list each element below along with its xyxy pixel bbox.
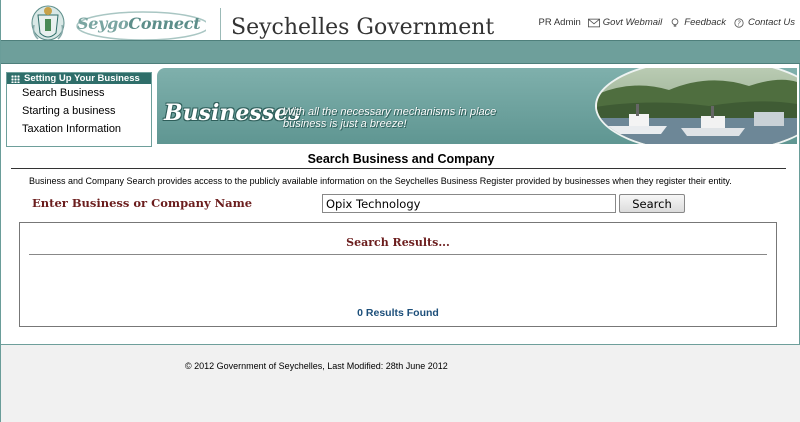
govt-webmail-link[interactable]: Govt Webmail	[587, 17, 663, 28]
left-nav: Setting Up Your Business Search Business…	[6, 72, 152, 147]
search-description: Business and Company Search provides acc…	[29, 176, 732, 186]
logo-text-seygo: Seygo	[77, 14, 129, 33]
govt-webmail-label: Govt Webmail	[602, 17, 663, 28]
logo-text-connect: Connect	[128, 14, 201, 33]
section-title: Search Business and Company	[307, 152, 495, 166]
results-panel: Search Results... 0 Results Found	[19, 222, 777, 327]
nav-item-taxation-information[interactable]: Taxation Information	[7, 120, 151, 138]
top-links: PR Admin Govt Webmail Feedback ? Contact…	[539, 17, 795, 28]
bulb-icon	[671, 17, 679, 27]
banner-tagline-line-2: business is just a breeze!	[283, 118, 407, 130]
envelope-icon	[587, 18, 600, 27]
teal-band	[1, 40, 800, 64]
question-icon: ?	[734, 17, 744, 28]
contact-us-label: Contact Us	[748, 17, 795, 28]
harbour-ships-photo	[595, 68, 797, 144]
banner-title: Businesses	[164, 100, 301, 126]
header: SeygoConnect Seychelles Government PR Ad…	[1, 0, 800, 48]
search-button[interactable]: Search	[619, 194, 685, 213]
nav-heading-label: Setting Up Your Business	[24, 73, 140, 84]
pr-admin-link[interactable]: PR Admin	[539, 17, 581, 28]
search-label: Enter Business or Company Name	[32, 196, 253, 210]
page: SeygoConnect Seychelles Government PR Ad…	[0, 0, 800, 422]
results-divider	[29, 254, 767, 255]
seygoconnect-logo-text[interactable]: SeygoConnect	[77, 14, 201, 33]
results-title: Search Results...	[346, 236, 450, 249]
businesses-banner: Businesses With all the necessary mechan…	[157, 68, 797, 144]
nav-item-search-business[interactable]: Search Business	[7, 84, 151, 102]
nav-heading: Setting Up Your Business	[7, 73, 151, 84]
pr-admin-label: PR Admin	[538, 17, 581, 28]
nav-item-starting-a-business[interactable]: Starting a business	[7, 102, 151, 120]
results-count: 0 Results Found	[357, 307, 439, 319]
dots-icon	[11, 74, 20, 83]
business-name-input[interactable]	[322, 194, 616, 213]
copyright-text: © 2012 Government of Seychelles, Last Mo…	[185, 361, 448, 371]
section-divider	[11, 168, 786, 169]
feedback-link[interactable]: Feedback	[669, 17, 726, 28]
contact-us-link[interactable]: ? Contact Us	[733, 17, 795, 28]
banner-tagline: With all the necessary mechanisms in pla…	[283, 106, 496, 130]
svg-text:?: ?	[737, 19, 741, 27]
banner-tagline-line-1: With all the necessary mechanisms in pla…	[283, 106, 497, 118]
feedback-label: Feedback	[684, 17, 726, 28]
footer: © 2012 Government of Seychelles, Last Mo…	[1, 344, 800, 422]
site-title: Seychelles Government	[231, 15, 495, 40]
